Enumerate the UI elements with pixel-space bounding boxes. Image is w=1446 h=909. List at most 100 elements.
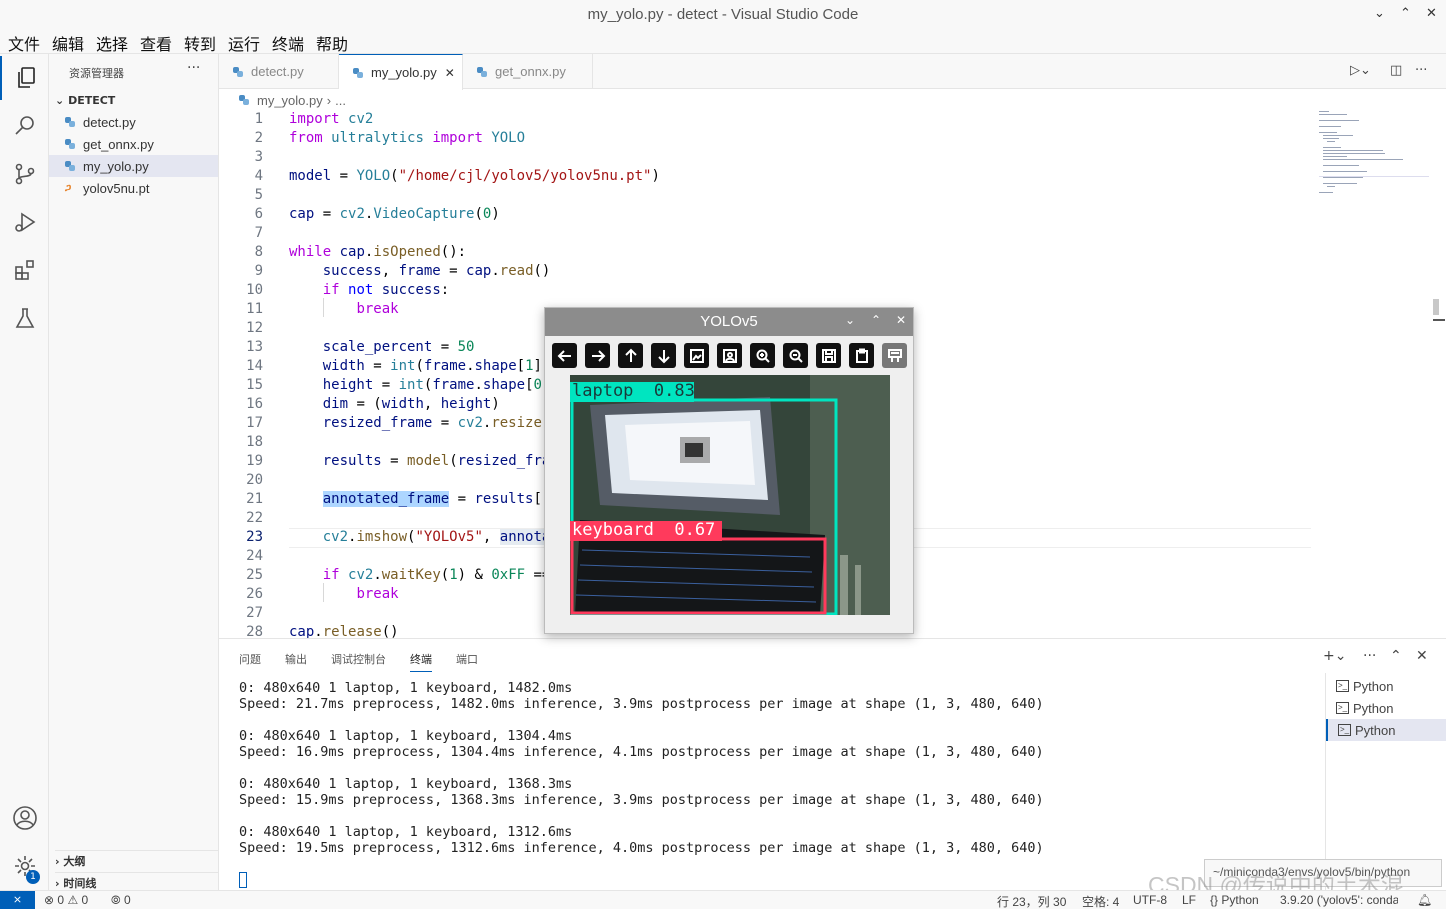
menu-go[interactable]: 转到 — [184, 31, 216, 55]
accounts-icon[interactable] — [0, 796, 49, 840]
breadcrumb-symbols[interactable]: ... — [335, 93, 346, 108]
bottom-panel: 问题 输出 调试控制台 终端 端口 +⌄ ··· ⌃ ✕ 0: 480x640 … — [219, 638, 1446, 891]
menu-selection[interactable]: 选择 — [96, 31, 128, 55]
notifications-bell-icon[interactable]: 🔔︎ — [1417, 893, 1432, 907]
tab-output[interactable]: 输出 — [285, 651, 307, 667]
accounts-badge: 1 — [26, 870, 40, 884]
detection-label-laptop: laptop 0.83 — [572, 381, 695, 401]
tab-detect[interactable]: detect.py — [219, 54, 339, 89]
problems-status[interactable]: ⊗ 0 ⚠ 0 — [44, 893, 88, 907]
panel-more-icon[interactable]: ··· — [1363, 648, 1376, 664]
folder-section-detect[interactable]: ⌄ DETECT — [55, 94, 115, 107]
line-number: 13 — [246, 339, 263, 355]
tab-debug-console[interactable]: 调试控制台 — [331, 651, 386, 667]
file-item-get-onnx[interactable]: get_onnx.py — [49, 133, 218, 155]
encoding[interactable]: UTF-8 — [1133, 893, 1167, 907]
code-line-11: break — [356, 301, 399, 317]
close-window-icon[interactable]: ✕ — [1426, 6, 1437, 21]
properties-icon[interactable] — [882, 343, 907, 368]
breadcrumb-file[interactable]: my_yolo.py — [257, 93, 323, 108]
extensions-icon[interactable] — [0, 248, 49, 292]
minimap[interactable] — [1319, 111, 1446, 638]
menu-edit[interactable]: 编辑 — [52, 31, 84, 55]
pan-right-icon[interactable] — [585, 343, 610, 368]
timeline-section[interactable]: › 时间线 — [55, 872, 218, 891]
run-file-icon[interactable]: ▷⌄ — [1350, 63, 1371, 78]
run-debug-icon[interactable] — [0, 200, 49, 244]
preview-minimize-icon[interactable]: ⌄ — [845, 313, 855, 327]
terminal-instance-3[interactable]: >_ Python — [1326, 719, 1446, 741]
menu-help[interactable]: 帮助 — [316, 31, 348, 55]
tab-problems[interactable]: 问题 — [239, 651, 261, 667]
line-number: 19 — [246, 453, 263, 469]
chevron-right-icon: › — [326, 92, 332, 108]
new-terminal-icon[interactable]: +⌄ — [1323, 648, 1346, 664]
close-panel-icon[interactable]: ✕ — [1416, 648, 1428, 664]
search-icon[interactable] — [0, 104, 49, 148]
line-number: 1 — [254, 111, 263, 127]
preview-close-icon[interactable]: ✕ — [896, 313, 906, 327]
file-item-detect[interactable]: detect.py — [49, 111, 218, 133]
zoom-in-icon[interactable] — [750, 343, 775, 368]
zoom-original-icon[interactable] — [684, 343, 709, 368]
split-editor-icon[interactable]: ◫ — [1390, 63, 1402, 78]
menu-terminal[interactable]: 终端 — [272, 31, 304, 55]
code-line-17: resized_frame = cv2.resize — [322, 415, 542, 431]
indentation[interactable]: 空格: 4 — [1082, 893, 1119, 909]
preview-titlebar[interactable]: YOLOv5 ⌄ ⌃ ✕ — [545, 308, 913, 336]
pan-left-icon[interactable] — [552, 343, 577, 368]
python-interpreter[interactable]: 3.9.20 ('yolov5': conda) — [1280, 893, 1398, 907]
tab-my-yolo[interactable]: my_yolo.py ✕ — [339, 54, 463, 90]
preview-maximize-icon[interactable]: ⌃ — [871, 313, 881, 327]
line-ending[interactable]: LF — [1182, 893, 1196, 907]
line-number: 9 — [254, 263, 263, 279]
yolov5-preview-window[interactable]: YOLOv5 ⌄ ⌃ ✕ laptop 0.83 keyboard 0.67 — [544, 307, 914, 634]
language-mode[interactable]: {} Python — [1210, 893, 1259, 907]
zoom-out-icon[interactable] — [783, 343, 808, 368]
source-control-icon[interactable] — [0, 152, 49, 196]
file-item-yolov5nu[interactable]: ጋ yolov5nu.pt — [49, 177, 218, 199]
warning-icon: ⚠ — [67, 893, 79, 907]
line-number: 21 — [246, 491, 263, 507]
pan-up-icon[interactable] — [618, 343, 643, 368]
python-file-icon — [477, 66, 487, 77]
code-line-28: cap.release() — [289, 624, 399, 638]
code-line-14: width = int(frame.shape[1] — [322, 358, 542, 374]
maximize-panel-icon[interactable]: ⌃ — [1390, 648, 1402, 664]
line-number: 4 — [254, 168, 263, 184]
close-tab-icon[interactable]: ✕ — [445, 66, 455, 80]
zoom-fit-icon[interactable] — [717, 343, 742, 368]
file-item-my-yolo[interactable]: my_yolo.py — [49, 155, 218, 177]
tab-ports[interactable]: 端口 — [456, 651, 478, 667]
explorer-icon[interactable] — [0, 56, 49, 100]
terminal-line: Speed: 19.5ms preprocess, 1312.6ms infer… — [239, 840, 1044, 856]
code-line-9: success, frame = cap.read() — [322, 263, 551, 279]
menu-view[interactable]: 查看 — [140, 31, 172, 55]
terminal-instance-1[interactable]: >_ Python — [1326, 675, 1446, 697]
line-number: 10 — [246, 282, 263, 298]
copy-clipboard-icon[interactable] — [849, 343, 874, 368]
more-actions-icon[interactable]: ··· — [187, 60, 200, 76]
testing-icon[interactable] — [0, 296, 49, 340]
model-file-icon: ጋ — [65, 182, 72, 194]
line-number: 27 — [246, 605, 263, 621]
detection-label-keyboard: keyboard 0.67 — [572, 520, 716, 540]
menu-file[interactable]: 文件 — [8, 31, 40, 55]
ports-status[interactable]: ⦾ 0 — [111, 893, 131, 908]
python-file-icon — [353, 67, 363, 78]
outline-section[interactable]: › 大纲 — [55, 850, 218, 869]
chevron-down-icon: ⌄ — [55, 94, 65, 107]
tab-terminal[interactable]: 终端 — [410, 651, 432, 672]
menu-run[interactable]: 运行 — [228, 31, 260, 55]
manage-gear-icon[interactable]: 1 — [0, 844, 49, 888]
minimize-icon[interactable]: ⌄ — [1374, 6, 1385, 21]
cursor-position[interactable]: 行 23，列 30 — [997, 893, 1066, 909]
tab-get-onnx[interactable]: get_onnx.py — [463, 54, 593, 89]
terminal-cursor — [239, 872, 247, 888]
maximize-icon[interactable]: ⌃ — [1400, 6, 1411, 21]
terminal-instance-2[interactable]: >_ Python — [1326, 697, 1446, 719]
pan-down-icon[interactable] — [651, 343, 676, 368]
remote-indicator-icon[interactable]: ⨯ — [0, 891, 35, 909]
save-image-icon[interactable] — [816, 343, 841, 368]
editor-more-icon[interactable]: ··· — [1415, 63, 1427, 78]
